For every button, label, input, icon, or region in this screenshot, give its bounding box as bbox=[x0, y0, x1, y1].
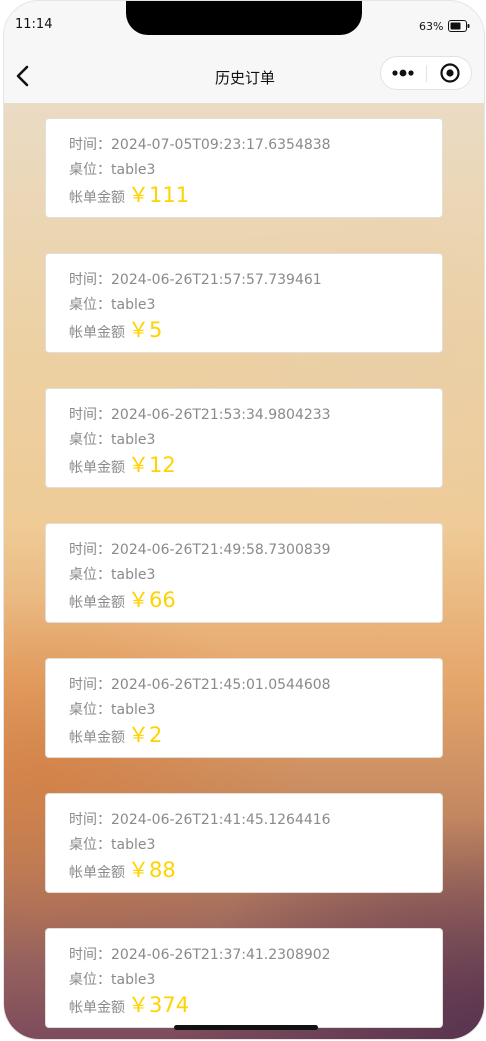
battery-icon bbox=[448, 20, 470, 32]
order-table-line: 桌位：table3 bbox=[69, 159, 155, 179]
order-table-label: 桌位： bbox=[69, 702, 111, 718]
order-time: 2024-06-26T21:45:01.0544608 bbox=[111, 677, 331, 693]
order-table-line: 桌位：table3 bbox=[69, 294, 155, 314]
battery-percent: 63% bbox=[419, 20, 444, 33]
order-amount-line: 帐单金额 ￥12 bbox=[69, 449, 176, 479]
order-amount-label: 帐单金额 bbox=[69, 1000, 125, 1016]
order-table: table3 bbox=[111, 567, 156, 583]
order-table: table3 bbox=[111, 162, 156, 178]
order-amount-label: 帐单金额 bbox=[69, 325, 125, 341]
order-card[interactable]: 时间：2024-06-26T21:53:34.9804233 桌位：table3… bbox=[45, 388, 443, 488]
mini-program-capsule bbox=[380, 56, 472, 90]
status-time: 11:14 bbox=[15, 17, 53, 32]
order-time-label: 时间： bbox=[69, 947, 111, 963]
order-time: 2024-07-05T09:23:17.6354838 bbox=[111, 137, 331, 153]
order-amount-label: 帐单金额 bbox=[69, 190, 125, 206]
order-table-line: 桌位：table3 bbox=[69, 969, 155, 989]
order-card[interactable]: 时间：2024-06-26T21:49:58.7300839 桌位：table3… bbox=[45, 523, 443, 623]
order-amount: ￥12 bbox=[128, 453, 176, 477]
order-table-label: 桌位： bbox=[69, 567, 111, 583]
order-time-line: 时间：2024-06-26T21:41:45.1264416 bbox=[69, 809, 331, 829]
order-table: table3 bbox=[111, 432, 156, 448]
order-card[interactable]: 时间：2024-07-05T09:23:17.6354838 桌位：table3… bbox=[45, 118, 443, 218]
order-amount-label: 帐单金额 bbox=[69, 730, 125, 746]
order-table-label: 桌位： bbox=[69, 297, 111, 313]
order-table: table3 bbox=[111, 837, 156, 853]
order-time-line: 时间：2024-06-26T21:45:01.0544608 bbox=[69, 674, 331, 694]
capsule-divider bbox=[426, 65, 427, 82]
status-bar: 11:14 63% bbox=[4, 1, 484, 49]
order-time: 2024-06-26T21:37:41.2308902 bbox=[111, 947, 331, 963]
navigation-bar: 历史订单 bbox=[4, 49, 484, 103]
order-table-line: 桌位：table3 bbox=[69, 429, 155, 449]
order-table-label: 桌位： bbox=[69, 972, 111, 988]
order-table-line: 桌位：table3 bbox=[69, 699, 155, 719]
order-table-label: 桌位： bbox=[69, 162, 111, 178]
order-amount-line: 帐单金额 ￥111 bbox=[69, 179, 189, 209]
order-table: table3 bbox=[111, 297, 156, 313]
order-time-label: 时间： bbox=[69, 542, 111, 558]
order-card[interactable]: 时间：2024-06-26T21:37:41.2308902 桌位：table3… bbox=[45, 928, 443, 1028]
order-time: 2024-06-26T21:49:58.7300839 bbox=[111, 542, 331, 558]
order-card[interactable]: 时间：2024-06-26T21:41:45.1264416 桌位：table3… bbox=[45, 793, 443, 893]
phone-frame: 11:14 63% 历史订单 时间：2024-07-05T09:23:17.63… bbox=[3, 0, 485, 1040]
order-time-label: 时间： bbox=[69, 137, 111, 153]
home-indicator[interactable] bbox=[174, 1025, 318, 1030]
order-time: 2024-06-26T21:41:45.1264416 bbox=[111, 812, 331, 828]
order-time-line: 时间：2024-06-26T21:57:57.739461 bbox=[69, 269, 322, 289]
order-time-label: 时间： bbox=[69, 812, 111, 828]
order-amount: ￥66 bbox=[128, 588, 176, 612]
order-amount: ￥374 bbox=[128, 993, 190, 1017]
order-amount-label: 帐单金额 bbox=[69, 865, 125, 881]
order-list[interactable]: 时间：2024-07-05T09:23:17.6354838 桌位：table3… bbox=[4, 103, 484, 1039]
order-time-line: 时间：2024-06-26T21:49:58.7300839 bbox=[69, 539, 331, 559]
order-amount-line: 帐单金额 ￥66 bbox=[69, 584, 176, 614]
order-time: 2024-06-26T21:53:34.9804233 bbox=[111, 407, 331, 423]
order-time-line: 时间：2024-07-05T09:23:17.6354838 bbox=[69, 134, 331, 154]
order-amount-line: 帐单金额 ￥5 bbox=[69, 314, 162, 344]
order-amount: ￥111 bbox=[128, 183, 190, 207]
order-table: table3 bbox=[111, 972, 156, 988]
order-amount-line: 帐单金额 ￥88 bbox=[69, 854, 176, 884]
order-table-label: 桌位： bbox=[69, 432, 111, 448]
more-dots-icon[interactable] bbox=[391, 64, 417, 82]
order-time-label: 时间： bbox=[69, 677, 111, 693]
order-time-line: 时间：2024-06-26T21:53:34.9804233 bbox=[69, 404, 331, 424]
order-amount-line: 帐单金额 ￥2 bbox=[69, 719, 162, 749]
order-time: 2024-06-26T21:57:57.739461 bbox=[111, 272, 322, 288]
order-amount-label: 帐单金额 bbox=[69, 595, 125, 611]
order-amount-label: 帐单金额 bbox=[69, 460, 125, 476]
order-amount: ￥88 bbox=[128, 858, 176, 882]
order-table-line: 桌位：table3 bbox=[69, 834, 155, 854]
order-table-line: 桌位：table3 bbox=[69, 564, 155, 584]
order-time-label: 时间： bbox=[69, 272, 111, 288]
order-amount: ￥2 bbox=[128, 723, 163, 747]
close-mini-program-icon[interactable] bbox=[439, 62, 461, 84]
order-time-line: 时间：2024-06-26T21:37:41.2308902 bbox=[69, 944, 331, 964]
order-amount-line: 帐单金额 ￥374 bbox=[69, 989, 189, 1019]
order-card[interactable]: 时间：2024-06-26T21:45:01.0544608 桌位：table3… bbox=[45, 658, 443, 758]
order-card[interactable]: 时间：2024-06-26T21:57:57.739461 桌位：table3 … bbox=[45, 253, 443, 353]
camera-notch bbox=[126, 1, 362, 35]
order-table-label: 桌位： bbox=[69, 837, 111, 853]
order-amount: ￥5 bbox=[128, 318, 163, 342]
order-time-label: 时间： bbox=[69, 407, 111, 423]
order-table: table3 bbox=[111, 702, 156, 718]
